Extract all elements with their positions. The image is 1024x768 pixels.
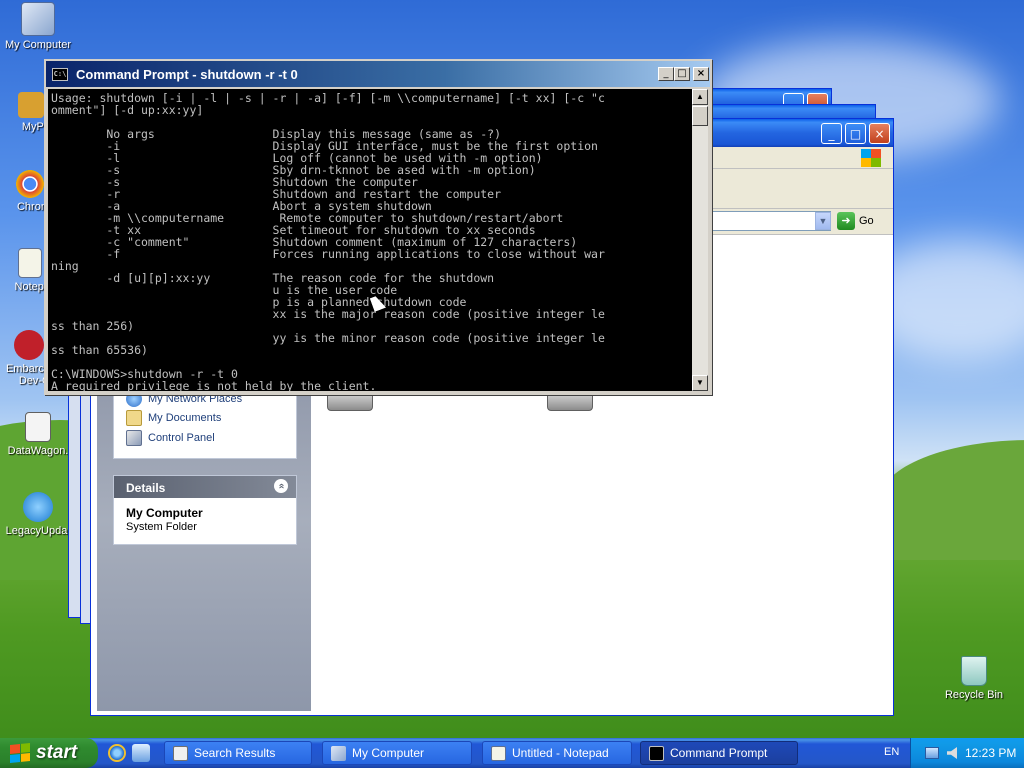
network-tray-icon[interactable] bbox=[925, 747, 939, 759]
control-panel-link[interactable]: Control Panel bbox=[114, 428, 296, 448]
address-dropdown-button[interactable]: ▼ bbox=[815, 212, 831, 230]
minimize-button[interactable]: _ bbox=[821, 123, 842, 144]
language-indicator[interactable]: EN bbox=[884, 746, 899, 758]
details-type: System Folder bbox=[126, 521, 197, 533]
desktop-icon-legacyupdate[interactable]: LegacyUpda. bbox=[0, 492, 76, 537]
search-icon bbox=[173, 745, 188, 761]
vertical-scrollbar[interactable]: ▲ ▼ bbox=[692, 89, 708, 391]
shortcut-icon bbox=[18, 92, 44, 118]
details-panel-header[interactable]: Details « bbox=[114, 476, 296, 498]
minimize-button[interactable]: _ bbox=[658, 67, 674, 81]
desktop-icon-embarcadero[interactable]: Embarca Dev-C bbox=[0, 330, 50, 387]
windows-flag-icon bbox=[10, 742, 30, 764]
cmd-icon: C:\ bbox=[52, 67, 68, 81]
chrome-icon bbox=[16, 170, 44, 198]
notepad-icon bbox=[491, 745, 506, 761]
task-label: My Computer bbox=[352, 746, 425, 760]
address-input[interactable] bbox=[709, 211, 831, 231]
system-tray: 12:23 PM bbox=[910, 738, 1024, 768]
desktop-icon-label: DataWagon. bbox=[7, 445, 69, 457]
taskbar-my-computer[interactable]: My Computer bbox=[322, 741, 472, 765]
scroll-thumb[interactable] bbox=[692, 106, 708, 126]
desktop-icon-label: Embarca Dev-C bbox=[5, 363, 50, 387]
cmd-icon bbox=[649, 745, 664, 761]
task-label: Untitled - Notepad bbox=[512, 746, 609, 760]
recycle-bin-icon bbox=[961, 656, 987, 686]
control-panel-icon bbox=[126, 430, 142, 446]
task-label: Command Prompt bbox=[670, 746, 768, 760]
my-documents-link[interactable]: My Documents bbox=[114, 408, 296, 428]
volume-tray-icon[interactable] bbox=[947, 747, 957, 759]
maximize-button[interactable]: □ bbox=[674, 67, 690, 81]
desktop-icon-chrome[interactable]: Chrom bbox=[0, 170, 50, 213]
start-button[interactable]: start bbox=[0, 738, 98, 768]
desktop-icon-datawagon[interactable]: DataWagon. bbox=[0, 412, 76, 457]
ie-icon[interactable] bbox=[108, 744, 126, 762]
computer-icon bbox=[331, 745, 346, 761]
maximize-button[interactable]: □ bbox=[845, 123, 866, 144]
computer-icon bbox=[21, 2, 55, 36]
close-button[interactable]: × bbox=[693, 67, 709, 81]
embarcadero-icon bbox=[14, 330, 44, 360]
taskbar-command-prompt[interactable]: Command Prompt bbox=[640, 741, 798, 765]
documents-icon bbox=[126, 410, 142, 426]
go-button[interactable]: ➜ Go bbox=[837, 212, 883, 230]
taskbar-notepad[interactable]: Untitled - Notepad bbox=[482, 741, 632, 765]
quick-launch bbox=[108, 744, 150, 762]
other-places-panel: My Network Places My Documents Control P… bbox=[113, 389, 297, 459]
cmd-titlebar[interactable]: C:\ Command Prompt - shutdown -r -t 0 bbox=[46, 61, 710, 87]
link-label: Control Panel bbox=[148, 432, 215, 444]
taskbar: start Search Results My Computer Untitle… bbox=[0, 738, 1024, 768]
command-prompt-window[interactable]: C:\ Command Prompt - shutdown -r -t 0 _ … bbox=[44, 59, 712, 395]
desktop-icon-label: Recycle Bin bbox=[944, 689, 1004, 701]
scroll-up-button[interactable]: ▲ bbox=[692, 89, 708, 105]
link-label: My Documents bbox=[148, 412, 222, 424]
desktop-icon-label: My Computer bbox=[4, 39, 72, 51]
collapse-chevron-icon[interactable]: « bbox=[274, 479, 288, 493]
details-name: My Computer bbox=[126, 506, 203, 520]
notepad-icon bbox=[18, 248, 42, 278]
start-label: start bbox=[36, 742, 78, 763]
cmd-title-text: Command Prompt - shutdown -r -t 0 bbox=[76, 66, 298, 82]
task-label: Search Results bbox=[194, 746, 276, 760]
show-desktop-icon[interactable] bbox=[132, 744, 150, 762]
taskbar-search-results[interactable]: Search Results bbox=[164, 741, 312, 765]
desktop-icon-my-computer[interactable]: My Computer bbox=[0, 2, 76, 51]
close-button[interactable]: × bbox=[869, 123, 890, 144]
console-output[interactable]: Usage: shutdown [-i | -l | -s | -r | -a]… bbox=[48, 89, 692, 391]
document-icon bbox=[25, 412, 51, 442]
clock[interactable]: 12:23 PM bbox=[965, 746, 1016, 760]
update-arrow-icon bbox=[23, 492, 53, 522]
details-panel: Details « My Computer System Folder bbox=[113, 475, 297, 545]
windows-flag-icon bbox=[861, 149, 881, 167]
scroll-down-button[interactable]: ▼ bbox=[692, 375, 708, 391]
desktop-icon-mypa[interactable]: MyPa bbox=[0, 92, 50, 133]
desktop-icon-notepad[interactable]: Notepa bbox=[0, 248, 50, 293]
details-header-label: Details bbox=[126, 481, 166, 495]
desktop-icon-recycle-bin[interactable]: Recycle Bin bbox=[936, 656, 1012, 701]
desktop-icon-label: LegacyUpda. bbox=[5, 525, 71, 537]
go-label: Go bbox=[859, 215, 874, 227]
go-arrow-icon: ➜ bbox=[837, 212, 855, 230]
